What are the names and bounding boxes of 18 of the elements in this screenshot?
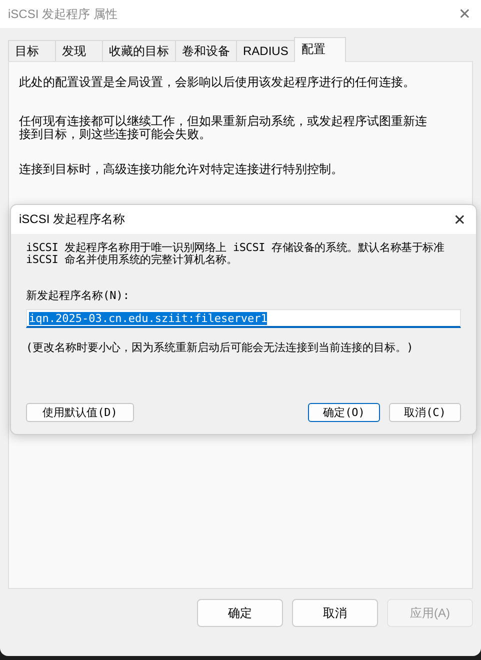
close-button[interactable]: ✕ xyxy=(453,210,466,228)
paragraph: 连接到目标时，高级连接功能允许对特定连接进行特别控制。 xyxy=(19,163,344,176)
field-label: 新发起程序名称(N): xyxy=(26,288,130,303)
description: iSCSI 发起程序名称用于唯一识别网络上 iSCSI 存储设备的系统。默认名称基于标准 iSCSI 命名并使用系统的完整计算机名称。 xyxy=(26,242,446,266)
cancel-button[interactable]: 取消(C) xyxy=(389,403,461,422)
default-value-button[interactable]: 使用默认值(D) xyxy=(26,403,134,422)
close-button[interactable]: ✕ xyxy=(458,5,471,23)
ok-button[interactable]: 确定 xyxy=(197,599,283,627)
cancel-button[interactable]: 取消 xyxy=(292,599,378,627)
input-field[interactable]: iqn.2025-03.cn.edu.sziit:fileserver1 xyxy=(26,309,461,328)
paragraph: 任何现有连接都可以继续工作，但如果重新启动系统，或发起程序试图重新连接到目标，则这些连接可能会失败。 xyxy=(19,115,428,141)
paragraph: 此处的配置设置是全局设置，会影响以后使用该发起程序进行的任何连接。 xyxy=(19,76,416,89)
window-title: iSCSI 发起程序 属性 xyxy=(8,6,118,22)
note: (更改名称时要小心，因为系统重新启动后可能会无法连接到当前连接的目标。) xyxy=(26,340,414,355)
ok-button[interactable]: 确定(O) xyxy=(308,403,380,422)
tab[interactable]: 配置 xyxy=(294,37,346,62)
dialog-title: iSCSI 发起程序名称 xyxy=(19,211,126,228)
tab[interactable]: 目标 xyxy=(8,40,56,61)
